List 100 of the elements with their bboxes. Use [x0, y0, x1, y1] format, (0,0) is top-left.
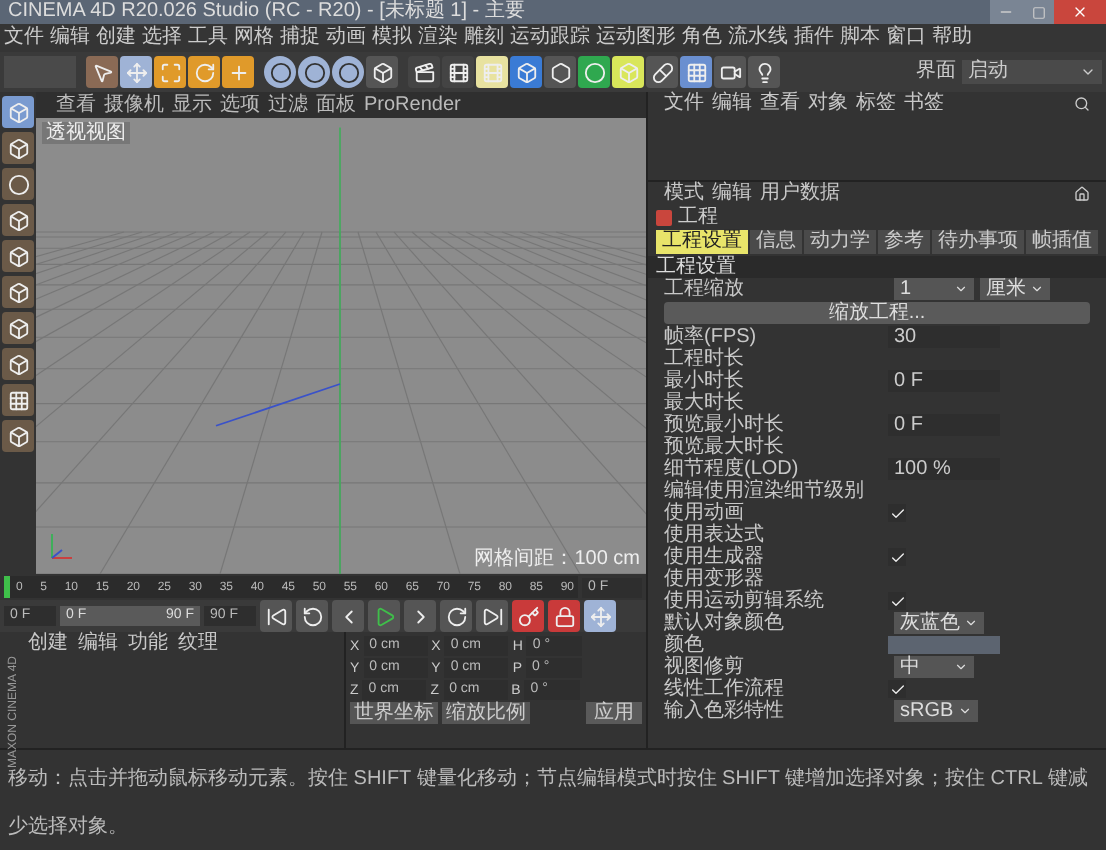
layout-dropdown[interactable]: 启动 — [962, 60, 1102, 84]
menu-item[interactable]: 脚本 — [840, 26, 880, 50]
viewport-menu-item[interactable]: 过滤 — [268, 93, 308, 117]
tab[interactable]: 参考 — [878, 230, 930, 254]
number-field[interactable]: 30 — [888, 326, 1000, 348]
dropdown[interactable]: 1 — [894, 278, 974, 300]
menu-item[interactable]: 运动跟踪 — [510, 26, 590, 50]
object-menu-item[interactable]: 书签 — [904, 92, 944, 116]
menu-item[interactable]: 网格 — [234, 26, 274, 50]
play-icon[interactable] — [368, 600, 400, 632]
menu-item[interactable]: 动画 — [326, 26, 366, 50]
lock-icon[interactable] — [548, 600, 580, 632]
tab[interactable]: 帧插值 — [1026, 230, 1098, 254]
film-icon[interactable] — [442, 56, 474, 88]
material-menu-item[interactable]: 纹理 — [178, 632, 218, 656]
checkbox[interactable] — [888, 548, 906, 566]
cube-icon[interactable] — [2, 204, 34, 236]
cursor-icon[interactable] — [86, 56, 118, 88]
tab[interactable]: 待办事项 — [932, 230, 1024, 254]
rewind-icon[interactable] — [296, 600, 328, 632]
field-label: 最小时长 — [664, 370, 746, 392]
viewport-menu-item[interactable]: ProRender — [364, 93, 461, 117]
viewport-menu-item[interactable]: 选项 — [220, 93, 260, 117]
viewport-menu-item[interactable]: 查看 — [56, 93, 96, 117]
tab[interactable]: 信息 — [750, 230, 802, 254]
menu-item[interactable]: 工具 — [188, 26, 228, 50]
unit-dropdown[interactable]: 厘米 — [980, 278, 1050, 300]
grid-icon[interactable] — [2, 384, 34, 416]
step-back-icon[interactable] — [332, 600, 364, 632]
caret-icon — [1080, 64, 1096, 80]
axis-lock-icon[interactable] — [332, 56, 364, 88]
key-icon[interactable] — [512, 600, 544, 632]
number-field[interactable]: 0 F — [888, 414, 1000, 436]
coordinate-mode-dropdown[interactable]: 世界坐标 — [350, 702, 438, 724]
viewport-menu-item[interactable]: 显示 — [172, 93, 212, 117]
object-menu-item[interactable]: 文件 — [664, 92, 704, 116]
number-field[interactable]: 100 % — [888, 458, 1000, 480]
material-menu-item[interactable]: 创建 — [28, 632, 68, 656]
sphere-icon[interactable] — [578, 56, 610, 88]
loop-icon[interactable] — [440, 600, 472, 632]
sphere-icon[interactable] — [2, 168, 34, 200]
light-icon[interactable] — [748, 56, 780, 88]
checkbox[interactable] — [888, 592, 906, 610]
viewport-menu-item[interactable]: 摄像机 — [104, 93, 164, 117]
dropdown[interactable]: sRGB — [894, 700, 978, 722]
range-slider-fill[interactable] — [60, 606, 200, 626]
menu-item[interactable]: 渲染 — [418, 26, 458, 50]
number-field[interactable]: 0 F — [888, 370, 1000, 392]
menu-item[interactable]: 运动图形 — [596, 26, 676, 50]
search-icon[interactable] — [1074, 96, 1090, 112]
checkbox[interactable] — [888, 504, 906, 522]
menu-item[interactable]: 捕捉 — [280, 26, 320, 50]
menu-item[interactable]: 帮助 — [932, 26, 972, 50]
checkbox[interactable] — [888, 680, 906, 698]
home-icon[interactable] — [1074, 186, 1090, 202]
attributes-menu-item[interactable]: 模式 — [664, 182, 704, 206]
camera-icon[interactable] — [714, 56, 746, 88]
clapperboard-icon[interactable] — [408, 56, 440, 88]
object-menu-item[interactable]: 查看 — [760, 92, 800, 116]
dropdown[interactable]: 灰蓝色 — [894, 612, 984, 634]
menu-item[interactable]: 模拟 — [372, 26, 412, 50]
viewport-menu-item[interactable]: 面板 — [316, 93, 356, 117]
section-header: 工程设置 — [648, 256, 1106, 278]
menu-item[interactable]: 文件 — [4, 26, 44, 50]
tab[interactable]: 动力学 — [804, 230, 876, 254]
attributes-menu-item[interactable]: 编辑 — [712, 182, 752, 206]
menu-item[interactable]: 雕刻 — [464, 26, 504, 50]
menu-item[interactable]: 创建 — [96, 26, 136, 50]
attributes-menu-item[interactable]: 用户数据 — [760, 182, 840, 206]
cube-icon[interactable] — [2, 96, 34, 128]
object-menu-item[interactable]: 标签 — [856, 92, 896, 116]
tab[interactable]: 工程设置 — [656, 230, 748, 254]
material-menu-item[interactable]: 编辑 — [78, 632, 118, 656]
field-label: 使用动画 — [664, 502, 744, 524]
viewport[interactable]: 透视视图 网格间距：100 cm — [36, 118, 646, 574]
grid-icon[interactable] — [680, 56, 712, 88]
skip-forward-icon[interactable] — [476, 600, 508, 632]
skip-back-icon[interactable] — [260, 600, 292, 632]
menu-item[interactable]: 插件 — [794, 26, 834, 50]
capsule-icon[interactable] — [646, 56, 678, 88]
material-menu-item[interactable]: 功能 — [128, 632, 168, 656]
apply-button[interactable]: 应用 — [586, 702, 642, 724]
menu-item[interactable]: 选择 — [142, 26, 182, 50]
axis-lock-icon[interactable] — [298, 56, 330, 88]
size-mode-dropdown[interactable]: 缩放比例 — [442, 702, 530, 724]
menu-item[interactable]: 流水线 — [728, 26, 788, 50]
menu-item[interactable]: 角色 — [682, 26, 722, 50]
menu-item[interactable]: 窗口 — [886, 26, 926, 50]
cube-icon[interactable] — [510, 56, 542, 88]
object-menu-item[interactable]: 对象 — [808, 92, 848, 116]
cube-icon[interactable] — [2, 240, 34, 272]
step-forward-icon[interactable] — [404, 600, 436, 632]
color-swatch[interactable] — [888, 636, 1000, 654]
object-menu-item[interactable]: 编辑 — [712, 92, 752, 116]
dropdown[interactable]: 中 — [894, 656, 974, 678]
scale-project-button[interactable]: 缩放工程... — [664, 302, 1090, 324]
menu-item[interactable]: 编辑 — [50, 26, 90, 50]
axis-lock-icon[interactable] — [264, 56, 296, 88]
grid-spacing-label: 网格间距：100 cm — [474, 548, 640, 570]
cube-icon[interactable] — [2, 276, 34, 308]
